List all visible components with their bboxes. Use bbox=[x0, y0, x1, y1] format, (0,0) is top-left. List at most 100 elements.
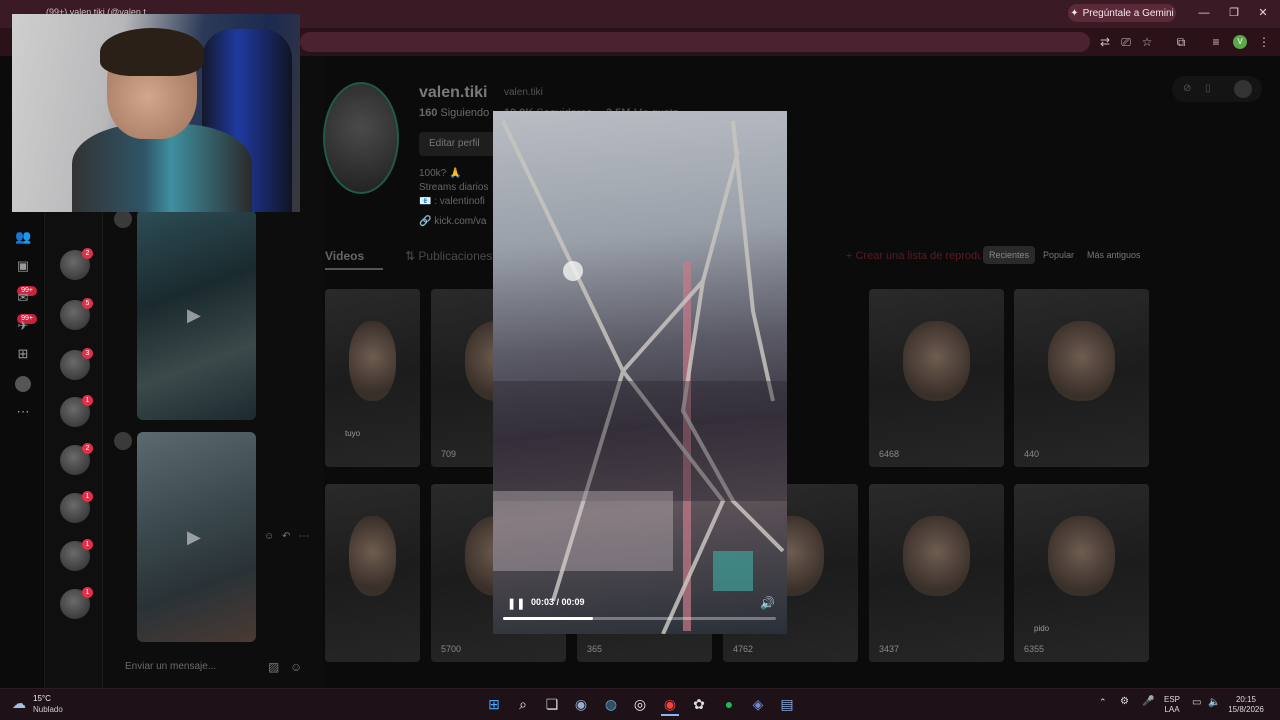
sort-oldest-button[interactable]: Más antiguos bbox=[1081, 246, 1147, 264]
tray-app-icon[interactable]: ⚙ bbox=[1120, 696, 1129, 707]
more-icon[interactable]: ⋯ bbox=[15, 404, 31, 420]
emoji-picker-icon[interactable]: ☺ bbox=[290, 660, 302, 674]
view-count: 6355 bbox=[1024, 644, 1045, 654]
steam-icon[interactable]: ◉ bbox=[572, 695, 590, 713]
thumbnail-face bbox=[348, 516, 397, 597]
edge-icon[interactable]: ◍ bbox=[602, 695, 620, 713]
bookmark-star-icon[interactable]: ☆ bbox=[1139, 34, 1155, 50]
menu-kebab-icon[interactable]: ⋮ bbox=[1256, 34, 1272, 50]
thumbnail-face bbox=[902, 516, 971, 597]
view-count: 3437 bbox=[879, 644, 900, 654]
view-count: 6468 bbox=[879, 449, 900, 459]
gemini-button[interactable]: ✦ Pregúntale a Gemini bbox=[1068, 4, 1176, 22]
language-indicator[interactable]: ESP LAA bbox=[1162, 695, 1182, 715]
weather-temp[interactable]: 15°C bbox=[33, 694, 51, 703]
maximize-button[interactable]: ❐ bbox=[1224, 4, 1244, 22]
messages-icon[interactable]: ✈ bbox=[15, 318, 31, 334]
following-stat[interactable]: 160 Siguiendo bbox=[419, 107, 489, 119]
chat-video-message-1[interactable]: ▶ bbox=[137, 210, 256, 420]
clock[interactable]: 20:15 15/8/2026 bbox=[1218, 695, 1274, 715]
close-button[interactable]: ✕ bbox=[1253, 4, 1273, 22]
thumbnail-face bbox=[348, 321, 397, 402]
profile-link[interactable]: 🔗 kick.com/va bbox=[419, 216, 486, 227]
tray-chevron-icon[interactable]: ⌃ bbox=[1099, 697, 1107, 708]
dm-unread-badge: 1 bbox=[82, 587, 93, 598]
image-attach-icon[interactable]: ▨ bbox=[268, 660, 279, 674]
volume-icon[interactable]: 🔊 bbox=[760, 596, 776, 612]
extensions-icon[interactable]: ⧉ bbox=[1173, 34, 1189, 50]
profile-video-thumbnail[interactable]: 6468 bbox=[869, 289, 1004, 467]
view-count: 5700 bbox=[441, 644, 462, 654]
message-more-icon[interactable]: ⋯ bbox=[299, 531, 309, 542]
task-view-icon[interactable]: ❏ bbox=[543, 695, 561, 713]
chat-video-message-2[interactable]: ▶ bbox=[137, 432, 256, 642]
address-bar[interactable] bbox=[300, 32, 1090, 52]
view-count: 709 bbox=[441, 449, 457, 459]
app-icon[interactable]: ✿ bbox=[690, 695, 708, 713]
profile-link-text: kick.com/va bbox=[434, 216, 487, 227]
webcam-overlay bbox=[12, 14, 300, 212]
upload-icon[interactable]: ⊞ bbox=[15, 346, 31, 362]
keyboard-layout: LAA bbox=[1164, 705, 1180, 714]
dm-unread-badge: 2 bbox=[82, 443, 93, 454]
profile-video-thumbnail[interactable]: tuyo bbox=[325, 289, 420, 467]
start-button-icon[interactable]: ⊞ bbox=[485, 695, 503, 713]
thumbnail-face bbox=[1047, 516, 1116, 597]
chat-sender-avatar bbox=[114, 432, 132, 450]
profile-video-thumbnail[interactable]: 3437 bbox=[869, 484, 1004, 662]
cast-icon[interactable]: ⎚ bbox=[1118, 34, 1134, 50]
view-count: 4762 bbox=[733, 644, 754, 654]
gemini-sparkle-icon: ✦ bbox=[1070, 7, 1079, 19]
profile-rail-avatar[interactable] bbox=[15, 376, 31, 392]
network-icon[interactable]: ▭ bbox=[1192, 697, 1201, 708]
search-icon[interactable]: ⌕ bbox=[514, 695, 532, 713]
tab-videos[interactable]: Videos bbox=[325, 249, 364, 263]
chrome-icon[interactable]: ◉ bbox=[661, 695, 679, 713]
translate-icon[interactable]: ⇄ bbox=[1097, 34, 1113, 50]
thumbnail-face bbox=[1047, 321, 1116, 402]
active-app-indicator bbox=[661, 714, 679, 716]
profile-video-thumbnail[interactable] bbox=[325, 484, 420, 662]
profile-video-thumbnail[interactable]: 6355 pido bbox=[1014, 484, 1149, 662]
fence-visual bbox=[493, 120, 787, 634]
device-icon[interactable]: ▯ bbox=[1205, 83, 1211, 94]
thumbnail-face bbox=[902, 321, 971, 402]
tab-posts[interactable]: ⇅ Publicaciones bbox=[405, 249, 492, 263]
discord-icon[interactable]: ◈ bbox=[749, 695, 767, 713]
profile-avatar-large[interactable] bbox=[323, 82, 399, 194]
language-code: ESP bbox=[1163, 695, 1180, 704]
weather-cloud-icon[interactable]: ☁ bbox=[12, 695, 26, 712]
thumbnail-caption: tuyo bbox=[345, 429, 361, 438]
create-playlist-link[interactable]: + Crear una lista de reproducción bbox=[846, 250, 981, 262]
media-control-icon[interactable]: ≡ bbox=[1208, 34, 1224, 50]
compass-icon[interactable]: ⊘ bbox=[1183, 83, 1191, 94]
weather-condition[interactable]: Nublado bbox=[33, 705, 63, 714]
dm-unread-badge: 1 bbox=[82, 491, 93, 502]
spotify-icon[interactable]: ● bbox=[720, 695, 738, 713]
friends-icon[interactable]: 👥 bbox=[15, 229, 31, 245]
dm-unread-badge: 3 bbox=[82, 348, 93, 359]
person-hair bbox=[100, 28, 204, 76]
dm-unread-badge: 2 bbox=[82, 248, 93, 259]
live-tv-icon[interactable]: ▣ bbox=[15, 258, 31, 274]
video-player[interactable] bbox=[493, 111, 787, 634]
profile-avatar[interactable]: V bbox=[1233, 35, 1247, 49]
sort-recent-button[interactable]: Recientes bbox=[983, 246, 1036, 264]
obs-icon[interactable]: ◎ bbox=[631, 695, 649, 713]
edit-profile-button[interactable]: Editar perfil bbox=[419, 132, 499, 156]
following-label: Siguiendo bbox=[440, 107, 490, 119]
pause-button[interactable]: ❚❚ bbox=[507, 597, 525, 611]
profile-display-name: valen.tiki bbox=[419, 84, 488, 101]
user-avatar-small[interactable] bbox=[1234, 80, 1252, 98]
notepad-icon[interactable]: ▤ bbox=[778, 695, 796, 713]
message-input[interactable]: Enviar un mensaje... bbox=[115, 656, 315, 678]
react-emoji-icon[interactable]: ☺ bbox=[264, 531, 274, 542]
profile-username: valen.tiki bbox=[504, 87, 543, 98]
profile-video-thumbnail[interactable]: 440 bbox=[1014, 289, 1149, 467]
reply-icon[interactable]: ↶ bbox=[282, 531, 290, 542]
minimize-button[interactable]: — bbox=[1194, 4, 1214, 22]
bio-line-1: 100k? 🙏 bbox=[419, 168, 462, 179]
inbox-icon[interactable]: ✉ bbox=[15, 290, 31, 306]
sort-popular-button[interactable]: Popular bbox=[1037, 246, 1080, 264]
mic-icon[interactable]: 🎤 bbox=[1142, 696, 1154, 707]
